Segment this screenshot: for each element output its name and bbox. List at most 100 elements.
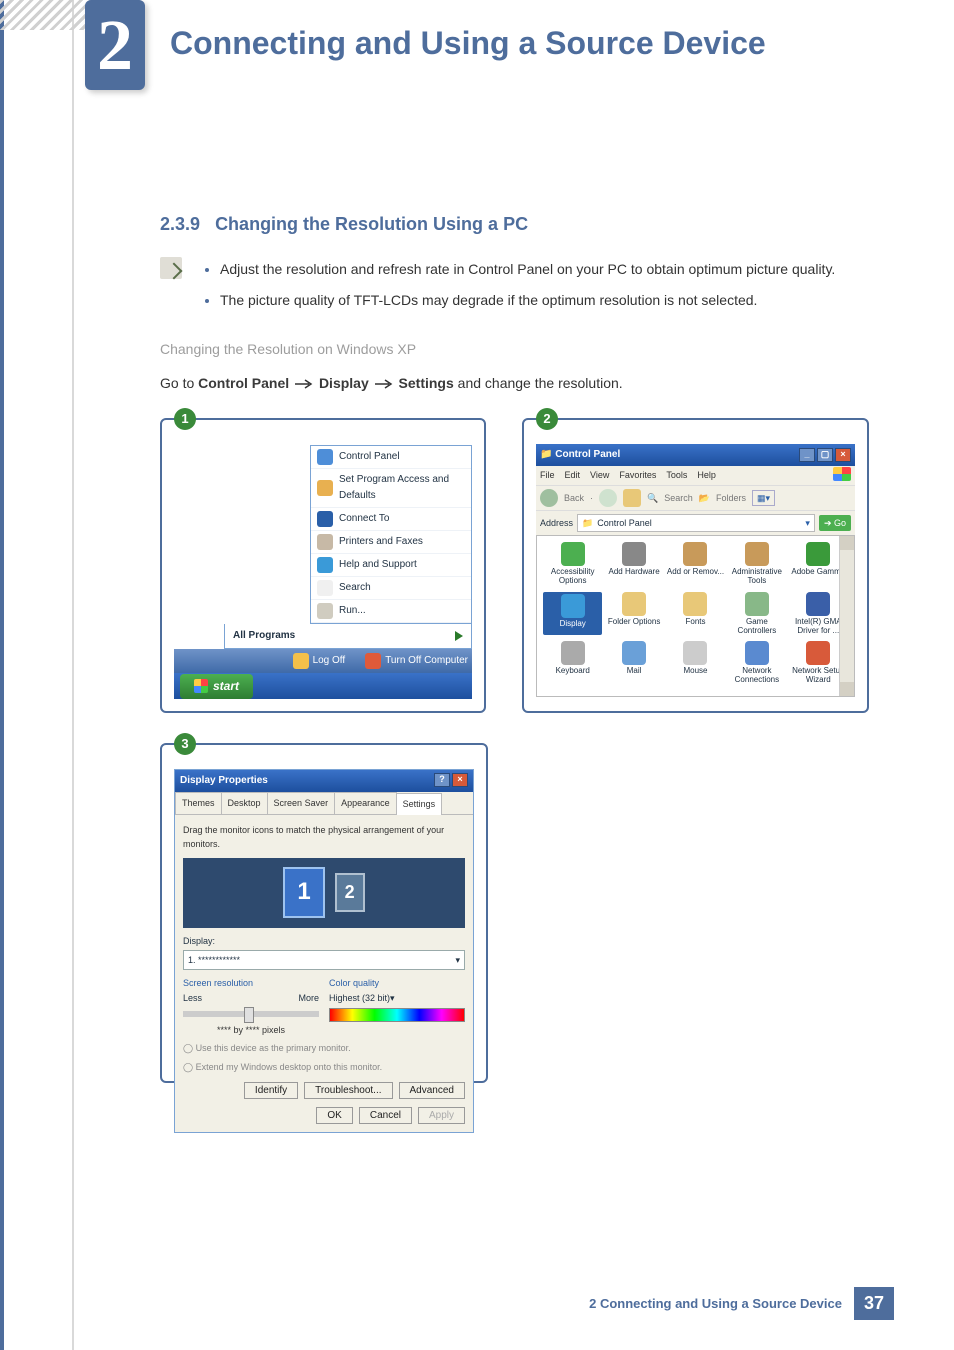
minimize-button[interactable]: _ <box>799 448 815 462</box>
address-label: Address <box>540 516 573 530</box>
close-button[interactable]: × <box>452 773 468 787</box>
turnoff-button[interactable]: Turn Off Computer <box>365 653 468 669</box>
troubleshoot-button[interactable]: Troubleshoot... <box>304 1082 392 1099</box>
tab-desktop[interactable]: Desktop <box>221 792 268 813</box>
folders-icon[interactable]: 📂 <box>699 491 710 505</box>
cp-item[interactable]: Keyboard <box>543 641 602 685</box>
menu-help[interactable]: Help <box>697 468 716 482</box>
cp-item[interactable]: Add Hardware <box>604 542 663 586</box>
tab-appearance[interactable]: Appearance <box>334 792 397 813</box>
cp-item-icon <box>561 542 585 566</box>
search-icon[interactable]: 🔍 <box>647 491 658 505</box>
menu-tools[interactable]: Tools <box>666 468 687 482</box>
start-button[interactable]: start <box>180 674 253 699</box>
menu-item[interactable]: Control Panel <box>311 446 471 469</box>
cp-item[interactable]: Fonts <box>666 592 725 636</box>
label: start <box>213 677 239 696</box>
cp-item-icon <box>806 542 830 566</box>
address-field[interactable]: 📁Control Panel▾ <box>577 514 815 532</box>
app-icon: 📁 <box>540 449 555 460</box>
apply-button[interactable]: Apply <box>418 1107 465 1124</box>
cp-item-label: Game Controllers <box>727 618 786 636</box>
cp-item-icon <box>683 542 707 566</box>
less-label: Less <box>183 991 202 1005</box>
color-quality-block: Color quality Highest (32 bit)▾ <box>329 976 465 1037</box>
monitor-1[interactable]: 1 <box>283 867 324 917</box>
toolbar: Back · 🔍Search 📂Folders ▦▾ <box>536 485 855 510</box>
section-heading: 2.3.9 Changing the Resolution Using a PC <box>160 210 869 239</box>
cp-item-icon <box>683 592 707 616</box>
menu-item-icon <box>317 603 333 619</box>
cp-item[interactable]: Game Controllers <box>727 592 786 636</box>
value: 1. ************ <box>188 953 240 967</box>
identify-button[interactable]: Identify <box>244 1082 298 1099</box>
menu-item[interactable]: Set Program Access and Defaults <box>311 469 471 508</box>
close-button[interactable]: × <box>835 448 851 462</box>
back-button[interactable] <box>540 489 558 507</box>
resolution-slider[interactable] <box>183 1011 319 1017</box>
menu-item[interactable]: Connect To <box>311 508 471 531</box>
primary-monitor-checkbox[interactable]: ◯ Use this device as the primary monitor… <box>183 1041 465 1055</box>
arrow-right-icon <box>293 379 315 389</box>
content: 2.3.9 Changing the Resolution Using a PC… <box>0 120 954 1083</box>
menu-item[interactable]: Search <box>311 577 471 600</box>
section-title: Changing the Resolution Using a PC <box>215 214 528 234</box>
display-label: Display: <box>183 934 465 948</box>
logoff-button[interactable]: Log Off <box>293 653 346 669</box>
power-icon <box>365 653 381 669</box>
menu-view[interactable]: View <box>590 468 609 482</box>
advanced-button[interactable]: Advanced <box>399 1082 465 1099</box>
all-programs-button[interactable]: All Programs <box>224 624 472 649</box>
cp-item[interactable]: Folder Options <box>604 592 663 636</box>
cp-item[interactable]: Mail <box>604 641 663 685</box>
menu-item-label: Control Panel <box>339 449 400 465</box>
help-button[interactable]: ? <box>434 773 450 787</box>
ok-button[interactable]: OK <box>316 1107 352 1124</box>
address-value: Control Panel <box>597 516 652 530</box>
menu-file[interactable]: File <box>540 468 555 482</box>
menu-item-label: Search <box>339 580 371 596</box>
tab-screen-saver[interactable]: Screen Saver <box>267 792 336 813</box>
taskbar[interactable]: start <box>174 673 472 699</box>
scrollbar[interactable] <box>839 536 854 696</box>
step-badge: 1 <box>174 408 196 430</box>
menu-edit[interactable]: Edit <box>565 468 581 482</box>
cp-item[interactable]: Network Connections <box>727 641 786 685</box>
cp-item[interactable]: Mouse <box>666 641 725 685</box>
display-select[interactable]: 1. ************▾ <box>183 950 465 970</box>
tab-themes[interactable]: Themes <box>175 792 222 813</box>
menu-item-icon <box>317 511 333 527</box>
menu-favorites[interactable]: Favorites <box>619 468 656 482</box>
up-button[interactable] <box>623 489 641 507</box>
cp-item[interactable]: Display <box>543 592 602 636</box>
go-button[interactable]: ➔ Go <box>819 515 851 531</box>
search-label: Search <box>664 491 693 505</box>
views-button[interactable]: ▦▾ <box>752 490 775 506</box>
tab-settings[interactable]: Settings <box>396 793 443 814</box>
cp-item[interactable]: Administrative Tools <box>727 542 786 586</box>
cp-item[interactable]: Accessibility Options <box>543 542 602 586</box>
menu-item-icon <box>317 534 333 550</box>
display-select-row: Display: 1. ************▾ <box>183 934 465 971</box>
cp-item-label: Folder Options <box>608 618 660 627</box>
menu-item[interactable]: Run... <box>311 600 471 623</box>
menu-item[interactable]: Printers and Faxes <box>311 531 471 554</box>
color-quality-select[interactable]: Highest (32 bit)▾ <box>329 991 465 1005</box>
forward-button[interactable] <box>599 489 617 507</box>
footer-text: 2 Connecting and Using a Source Device <box>589 1296 842 1311</box>
value: Highest (32 bit) <box>329 993 390 1003</box>
screenshot-row-2: 3 Display Properties ? × ThemesDesktopSc… <box>160 743 869 1083</box>
maximize-button[interactable]: ▢ <box>817 448 833 462</box>
menu-item[interactable]: Help and Support <box>311 554 471 577</box>
chevron-down-icon[interactable]: ▾ <box>805 516 810 530</box>
label: Go <box>834 518 846 528</box>
cancel-button[interactable]: Cancel <box>359 1107 412 1124</box>
monitor-arrangement[interactable]: 1 2 <box>183 858 465 928</box>
cp-item[interactable]: Add or Remov... <box>666 542 725 586</box>
extend-desktop-checkbox[interactable]: ◯ Extend my Windows desktop onto this mo… <box>183 1060 465 1074</box>
slider-thumb[interactable] <box>244 1007 254 1023</box>
screenshot-control-panel: 2 📁 Control Panel _ ▢ × FileEditViewFavo… <box>522 418 869 713</box>
screenshot-display-properties: 3 Display Properties ? × ThemesDesktopSc… <box>160 743 488 1083</box>
monitor-2[interactable]: 2 <box>335 873 365 912</box>
cp-item-icon <box>683 641 707 665</box>
